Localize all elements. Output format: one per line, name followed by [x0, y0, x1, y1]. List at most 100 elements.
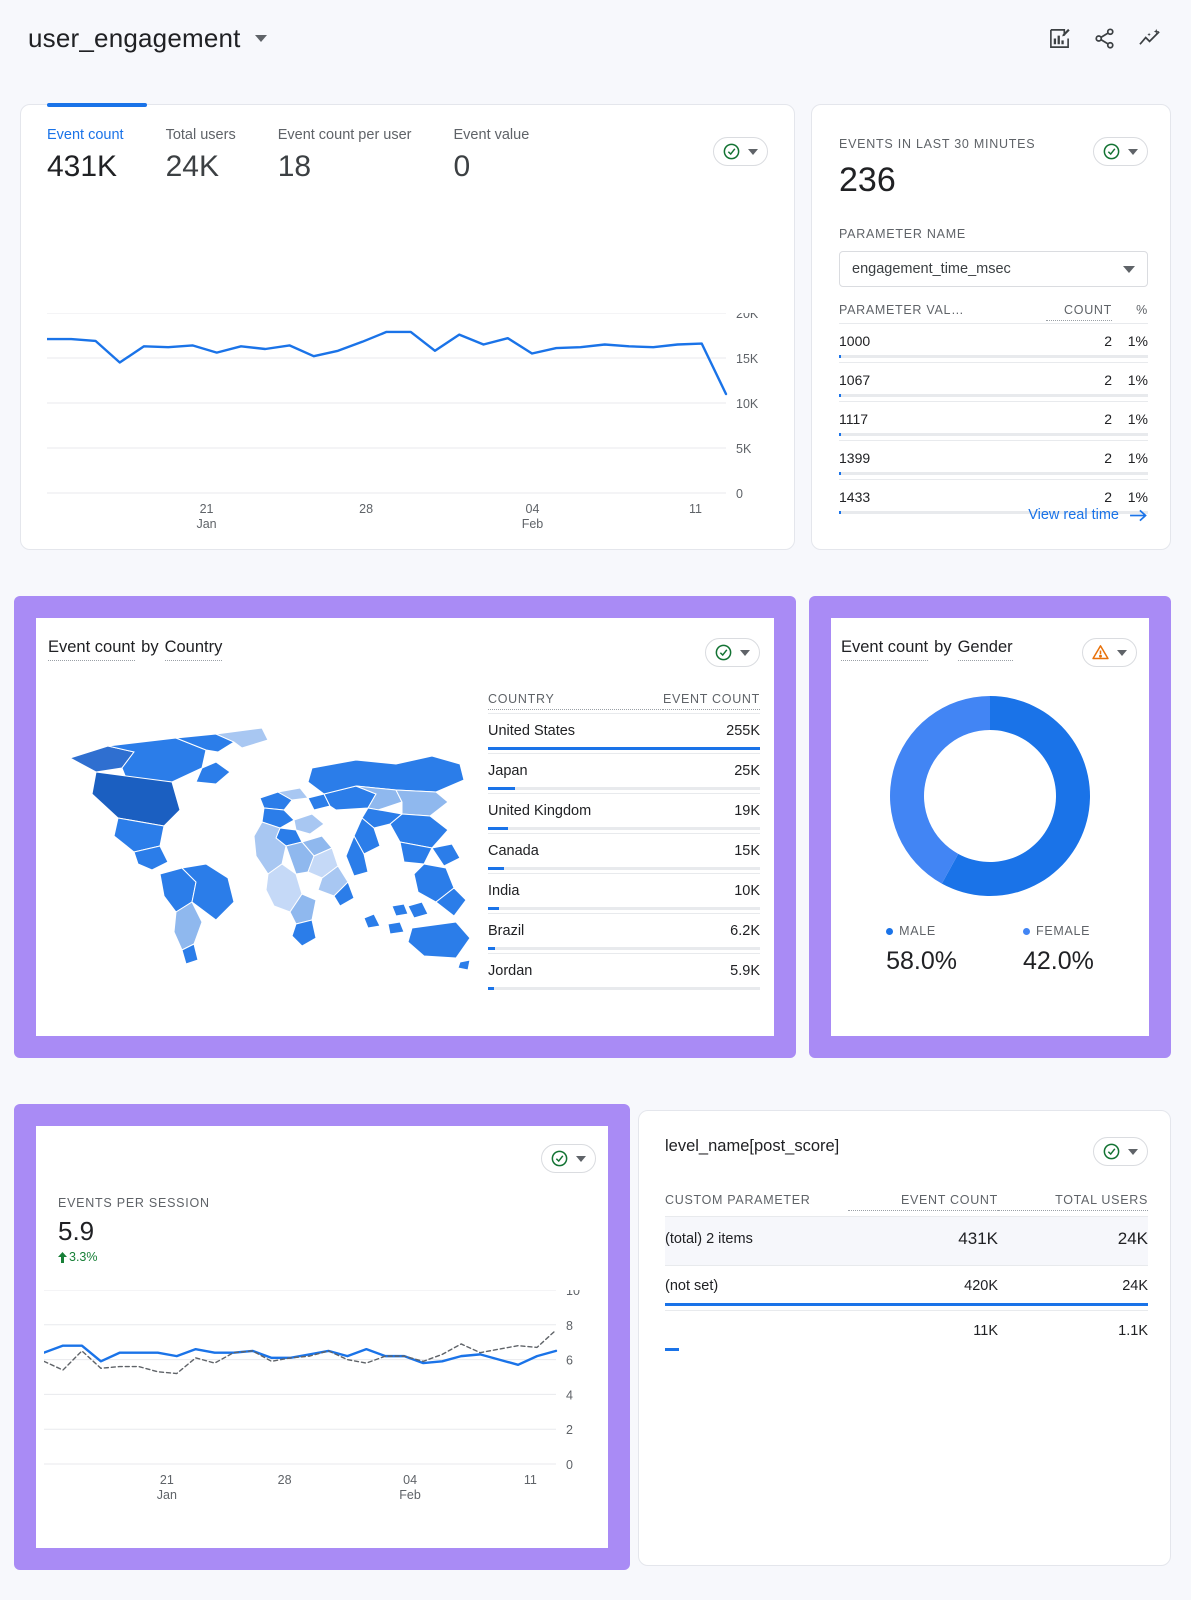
arrow-right-icon	[1130, 509, 1147, 521]
share-icon[interactable]	[1093, 27, 1116, 50]
metric-value: 24K	[165, 150, 219, 183]
param-percent: 1%	[1127, 450, 1148, 466]
events-per-session-line-chart: 0 2 4 6 8 10 21Jan 28 04Feb 11	[44, 1290, 580, 1502]
card-status-pill[interactable]	[1082, 638, 1137, 667]
world-map-choropleth[interactable]	[56, 706, 476, 976]
parameter-name-select[interactable]: engagement_time_msec	[839, 251, 1148, 287]
col-event-count[interactable]: EVENT COUNT	[662, 692, 760, 710]
chevron-down-icon[interactable]	[1128, 148, 1138, 155]
table-row[interactable]: Canada 15K	[488, 833, 760, 873]
table-row[interactable]: 1000 2 1%	[839, 323, 1148, 362]
param-count: 2	[1104, 450, 1112, 466]
svg-text:28: 28	[278, 1473, 292, 1487]
row-bar	[488, 987, 760, 990]
row-bar	[488, 827, 760, 830]
legend-value-female: 42.0%	[1023, 947, 1094, 975]
table-row[interactable]: (total) 2 items 431K 24K	[665, 1216, 1148, 1265]
legend-dot-female	[1023, 927, 1030, 935]
custom-parameter-card: level_name[post_score] CUSTOM PARAMETER …	[638, 1110, 1171, 1566]
top-bar: user_engagement	[0, 0, 1191, 68]
insights-icon[interactable]	[1138, 27, 1163, 50]
table-row[interactable]: United Kingdom 19K	[488, 793, 760, 833]
row-event-count: 420K	[964, 1278, 998, 1294]
card-status-pill[interactable]	[1093, 137, 1148, 166]
param-percent: 1%	[1127, 489, 1148, 505]
row-label: (not set)	[665, 1278, 719, 1294]
col-event-count[interactable]: EVENT COUNT	[848, 1193, 998, 1211]
metric-tab-event-count[interactable]: Event count 431K	[47, 127, 124, 184]
table-row[interactable]: United States 255K	[488, 713, 760, 753]
country-card-title: Event count by Country	[48, 638, 223, 661]
chevron-down-icon[interactable]	[748, 148, 758, 155]
card-status-pill[interactable]	[705, 638, 760, 667]
svg-text:Feb: Feb	[522, 517, 544, 531]
metric-tabs: Event count 431K Total users 24K Event c…	[47, 127, 768, 184]
row-bar	[488, 907, 760, 910]
metric-tab-event-count-per-user[interactable]: Event count per user 18	[278, 127, 412, 184]
gender-donut-chart[interactable]	[884, 690, 1096, 902]
title-metric-selector[interactable]: Event count	[48, 638, 136, 661]
title-selector[interactable]: user_engagement	[28, 23, 267, 54]
country-value: 10K	[734, 883, 760, 899]
chevron-down-icon[interactable]	[1128, 1148, 1138, 1155]
custom-parameter-table: CUSTOM PARAMETER EVENT COUNT TOTAL USERS…	[665, 1193, 1148, 1355]
country-value: 19K	[734, 803, 760, 819]
col-count[interactable]: COUNT	[1046, 303, 1112, 321]
card-status-pill[interactable]	[541, 1144, 596, 1173]
card-status-pill[interactable]	[713, 137, 768, 166]
view-realtime-link[interactable]: View real time	[1028, 507, 1148, 523]
row-bar	[839, 394, 1148, 397]
legend-label-female: FEMALE	[1036, 924, 1091, 938]
check-circle-icon	[723, 143, 740, 160]
chevron-down-icon[interactable]	[1123, 265, 1135, 273]
title-dimension-selector[interactable]: Gender	[957, 638, 1013, 661]
param-percent: 1%	[1127, 333, 1148, 349]
col-country[interactable]: COUNTRY	[488, 692, 663, 710]
table-row[interactable]: Japan 25K	[488, 753, 760, 793]
svg-text:28: 28	[359, 502, 373, 516]
title-dimension-selector[interactable]: Country	[164, 638, 223, 661]
title-join: by	[141, 638, 159, 656]
metric-tab-event-value[interactable]: Event value 0	[454, 127, 530, 184]
row-bar	[488, 747, 760, 750]
legend-item-female: FEMALE 42.0%	[1023, 924, 1094, 976]
events-per-session-highlight: EVENTS PER SESSION 5.9 3.3% 0 2 4 6 8 10 21 Jan…	[14, 1104, 630, 1570]
col-total-users[interactable]: TOTAL USERS	[998, 1193, 1148, 1211]
table-row[interactable]: 1399 2 1%	[839, 440, 1148, 479]
title-metric-selector[interactable]: Event count	[841, 638, 929, 661]
svg-text:8: 8	[566, 1319, 573, 1333]
param-value: 1399	[839, 450, 871, 466]
table-row[interactable]: 11K 1.1K	[665, 1310, 1148, 1355]
table-row[interactable]: Jordan 5.9K	[488, 953, 760, 993]
country-value: 5.9K	[730, 963, 760, 979]
country-value: 255K	[726, 723, 760, 739]
table-row[interactable]: India 10K	[488, 873, 760, 913]
chevron-down-icon[interactable]	[254, 34, 267, 42]
realtime-value: 236	[839, 161, 896, 199]
metric-label: Event count	[47, 127, 124, 143]
metric-tab-total-users[interactable]: Total users 24K	[166, 127, 236, 184]
row-bar	[488, 867, 760, 870]
page-title: user_engagement	[28, 22, 241, 53]
top-actions	[1048, 27, 1163, 50]
table-row[interactable]: Brazil 6.2K	[488, 913, 760, 953]
country-name: India	[488, 883, 520, 899]
chevron-down-icon[interactable]	[1117, 649, 1127, 656]
chevron-down-icon[interactable]	[740, 649, 750, 656]
check-circle-icon	[1103, 1143, 1120, 1160]
metric-label: Total users	[165, 127, 236, 143]
country-name: United States	[488, 723, 576, 739]
table-row[interactable]: (not set) 420K 24K	[665, 1265, 1148, 1310]
card-status-pill[interactable]	[1093, 1137, 1148, 1166]
chevron-down-icon[interactable]	[576, 1155, 586, 1162]
overview-card: Event count 431K Total users 24K Event c…	[20, 103, 795, 550]
table-row[interactable]: 1067 2 1%	[839, 362, 1148, 401]
donut-slice-female[interactable]	[890, 696, 990, 884]
table-row[interactable]: 1117 2 1%	[839, 401, 1148, 440]
edit-chart-icon[interactable]	[1048, 27, 1071, 50]
parameter-name-label: PARAMETER NAME	[839, 227, 966, 241]
country-name: Brazil	[488, 923, 525, 939]
legend-value-male: 58.0%	[886, 947, 957, 975]
legend-dot-male	[886, 927, 894, 935]
param-percent: 1%	[1127, 411, 1148, 427]
